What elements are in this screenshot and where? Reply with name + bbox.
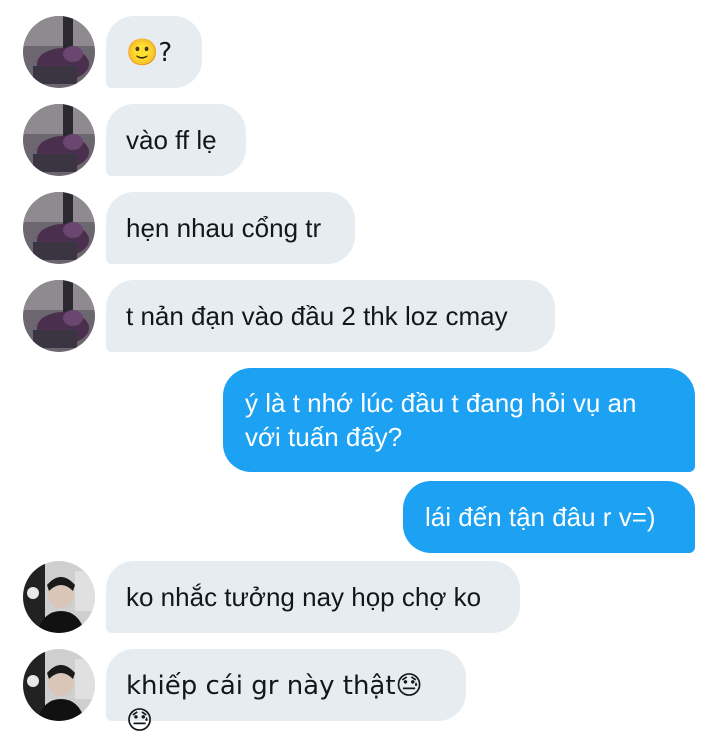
message-text: lái đến tận đâu r v=) <box>425 502 656 532</box>
sender-avatar[interactable] <box>23 280 95 352</box>
incoming-message-bubble[interactable]: ko nhắc tưởng nay họp chợ ko <box>106 561 520 633</box>
incoming-message-bubble[interactable]: hẹn nhau cổng tr <box>106 192 355 264</box>
sender-avatar[interactable] <box>23 649 95 721</box>
room-photo-icon <box>23 16 95 88</box>
message-text: hẹn nhau cổng tr <box>126 213 322 243</box>
sender-avatar[interactable] <box>23 192 95 264</box>
room-photo-icon <box>23 104 95 176</box>
message-text: vào ff lẹ <box>126 125 217 155</box>
sender-avatar[interactable] <box>23 16 95 88</box>
message-text: t nản đạn vào đầu 2 thk loz cmay <box>126 301 508 331</box>
incoming-message-bubble[interactable]: t nản đạn vào đầu 2 thk loz cmay <box>106 280 555 352</box>
room-photo-icon <box>23 280 95 352</box>
incoming-message-bubble[interactable]: khiếp cái gr này thật😓😓 <box>106 649 466 736</box>
outgoing-message-bubble[interactable]: lái đến tận đâu r v=) <box>403 481 695 553</box>
person-photo-icon <box>23 649 95 721</box>
message-text: khiếp cái gr này thật😓😓 <box>126 671 423 736</box>
room-photo-icon <box>23 192 95 264</box>
person-photo-icon <box>23 561 95 633</box>
sender-avatar[interactable] <box>23 561 95 633</box>
outgoing-message-bubble[interactable]: ý là t nhớ lúc đầu t đang hỏi vụ an với … <box>223 368 695 472</box>
message-text: ko nhắc tưởng nay họp chợ ko <box>126 582 482 612</box>
message-text: ý là t nhớ lúc đầu t đang hỏi vụ an với … <box>245 388 637 452</box>
incoming-message-bubble[interactable]: vào ff lẹ <box>106 104 246 176</box>
incoming-message-bubble[interactable]: 🙂? <box>106 16 202 88</box>
sender-avatar[interactable] <box>23 104 95 176</box>
message-text: 🙂? <box>126 38 173 68</box>
